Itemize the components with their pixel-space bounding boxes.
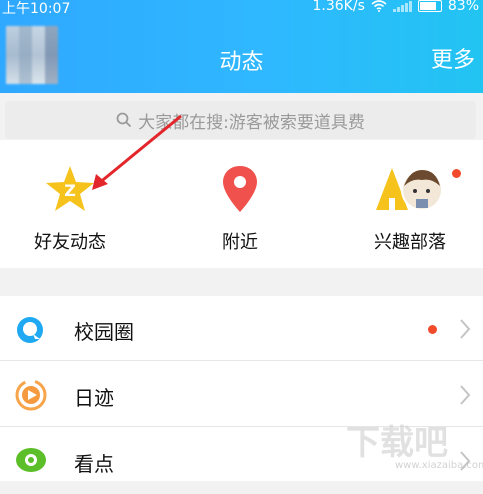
search-icon [116, 112, 132, 128]
status-time: 上午10:07 [2, 1, 71, 17]
battery-icon [417, 0, 442, 12]
eye-icon [16, 448, 46, 472]
status-right: 1.36K/s 83% [312, 0, 479, 14]
quick-label-interest-tribe: 兴趣部落 [374, 232, 446, 253]
header-bar: 上午10:07 1.36K/s 83% 动态 更多 [0, 0, 483, 93]
chevron-right-icon [460, 319, 471, 339]
svg-text:Z: Z [64, 181, 76, 200]
quick-item-nearby[interactable]: 附近 [170, 164, 310, 254]
campus-circle-icon [17, 317, 43, 343]
status-bar: 上午10:07 1.36K/s 83% [0, 0, 483, 17]
watermark-logo: 下载吧 [346, 423, 448, 463]
list-item-campus[interactable]: 校园圈 [0, 296, 483, 362]
watermark-url: www.xiazaiba.com [395, 460, 483, 471]
divider [0, 360, 483, 361]
list-label-kandian: 看点 [74, 452, 114, 476]
quick-item-interest-tribe[interactable]: 兴趣部落 [340, 164, 480, 254]
star-qzone-icon: Z [46, 166, 94, 211]
daily-video-icon [15, 379, 47, 411]
list-label-campus: 校园圈 [74, 320, 134, 344]
location-pin-icon [223, 166, 257, 212]
chevron-right-icon [460, 385, 471, 405]
quick-label-nearby: 附近 [222, 232, 258, 253]
search-hint: 大家都在搜:游客被索要道具费 [138, 112, 365, 133]
status-battery: 83% [447, 0, 479, 14]
list-label-daily-trace: 日迹 [74, 386, 114, 410]
wifi-icon [371, 0, 387, 12]
quick-label-friend-feed: 好友动态 [34, 232, 106, 253]
more-button[interactable]: 更多 [431, 42, 475, 74]
status-speed: 1.36K/s [312, 0, 365, 14]
tribe-icon [376, 168, 443, 211]
quick-entries: Z 好友动态 附近 兴趣部落 [0, 140, 483, 268]
search-bar[interactable]: 大家都在搜:游客被索要道具费 [5, 101, 476, 139]
signal-icon [392, 0, 412, 12]
page-title: 动态 [219, 50, 264, 75]
quick-item-friend-feed[interactable]: Z 好友动态 [0, 164, 140, 254]
campus-badge [428, 325, 437, 334]
tribe-badge [452, 169, 461, 178]
